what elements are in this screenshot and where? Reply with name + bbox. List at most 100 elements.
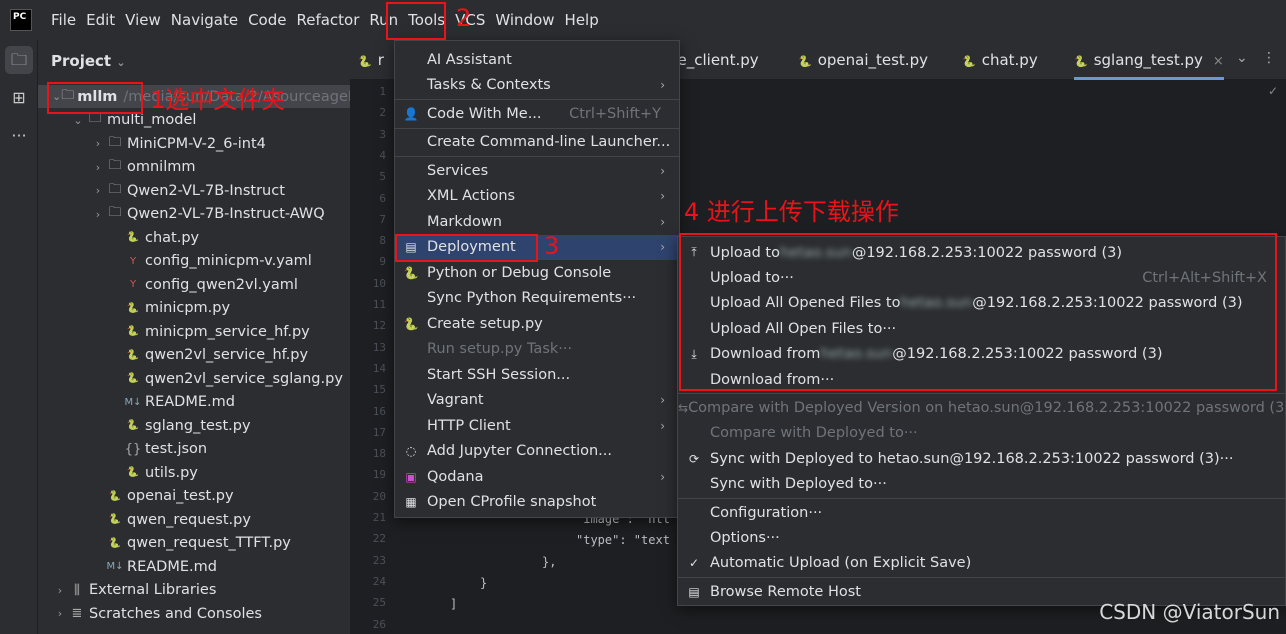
tab-sglang_test-py[interactable]: 🐍 sglang_test.py × xyxy=(1074,40,1224,80)
deployment-item[interactable]: Sync with Deployed to··· xyxy=(678,472,1285,497)
check-icon: ✓ xyxy=(688,556,700,571)
more-icon[interactable]: ··· xyxy=(5,122,33,150)
deployment-item[interactable]: Options··· xyxy=(678,525,1285,550)
tools-menu-item-create-command-line-launcher[interactable]: Create Command-line Launcher... xyxy=(395,130,679,155)
tab-openai_test-py[interactable]: 🐍 openai_test.py xyxy=(798,40,928,80)
tree-item[interactable]: 🐍 utils.py xyxy=(38,461,350,484)
menu-help[interactable]: Help xyxy=(560,11,604,29)
tree-item[interactable]: {} test.json xyxy=(38,438,350,461)
menu-file[interactable]: File xyxy=(46,11,81,29)
tree-item-label: sglang_test.py xyxy=(145,417,251,434)
tools-menu-item-http-client[interactable]: HTTP Client › xyxy=(395,413,679,438)
menu-item-label: Python or Debug Console xyxy=(427,264,612,281)
tools-menu-item-xml-actions[interactable]: XML Actions › xyxy=(395,184,679,209)
tools-menu-item-markdown[interactable]: Markdown › xyxy=(395,209,679,234)
line-number: 3 xyxy=(379,127,386,141)
chevron-down-icon[interactable]: ⌄ xyxy=(70,114,86,127)
tree-item[interactable]: › 🗀 Qwen2-VL-7B-Instruct-AWQ xyxy=(38,203,350,226)
tree-item[interactable]: › 🗀 Qwen2-VL-7B-Instruct xyxy=(38,179,350,202)
tools-menu-item-sync-python-requirements[interactable]: Sync Python Requirements··· xyxy=(395,286,679,311)
tools-menu-item-ai-assistant[interactable]: AI Assistant xyxy=(395,47,679,72)
tools-menu-item-tasks-contexts[interactable]: Tasks & Contexts › xyxy=(395,73,679,98)
deployment-item-label: Compare with Deployed Version on hetao.s… xyxy=(688,399,1286,416)
tree-item[interactable]: 🐍 qwen_request_TTFT.py xyxy=(38,532,350,555)
chevron-right-icon: › xyxy=(660,469,665,484)
python-icon: 🐍 xyxy=(126,420,140,431)
close-icon[interactable]: × xyxy=(1213,54,1224,69)
tree-item[interactable]: › ≣ Scratches and Consoles xyxy=(38,602,350,625)
tree-item[interactable]: 🐍 qwen_request.py xyxy=(38,508,350,531)
deployment-item[interactable]: Compare with Deployed to··· xyxy=(678,421,1285,446)
line-number: 22 xyxy=(372,532,386,546)
chevron-right-icon[interactable]: › xyxy=(90,184,106,197)
chevron-right-icon[interactable]: › xyxy=(90,161,106,174)
tools-menu-item-start-ssh-session[interactable]: Start SSH Session... xyxy=(395,362,679,387)
line-number: 15 xyxy=(372,383,386,397)
code-line: }, xyxy=(542,554,557,569)
chevron-right-icon[interactable]: › xyxy=(52,607,68,620)
line-number: 17 xyxy=(372,425,386,439)
menu-item-label: Tasks & Contexts xyxy=(427,77,551,93)
tools-menu-item-create-setup-py[interactable]: 🐍 Create setup.py xyxy=(395,311,679,336)
menu-item-label: Create Command-line Launcher... xyxy=(427,134,671,150)
more-options-icon[interactable]: ⋮ xyxy=(1262,50,1276,66)
menu-edit[interactable]: Edit xyxy=(81,11,120,29)
menu-window[interactable]: Window xyxy=(490,11,559,29)
deployment-item[interactable]: Configuration··· xyxy=(678,500,1285,525)
tools-menu-item-run-setup-py-task[interactable]: Run setup.py Task··· xyxy=(395,337,679,362)
tools-menu-item-add-jupyter-connection[interactable]: ◌ Add Jupyter Connection... xyxy=(395,439,679,464)
annotation-3: 3 xyxy=(544,232,560,260)
tabs-dropdown-icon[interactable]: ⌄ xyxy=(1236,50,1248,66)
tree-item[interactable]: Yconfig_minicpm-v.yaml xyxy=(38,250,350,273)
project-title[interactable]: Project ⌄ xyxy=(51,52,126,70)
tree-item[interactable]: Yconfig_qwen2vl.yaml xyxy=(38,273,350,296)
tree-item[interactable]: 🐍 minicpm_service_hf.py xyxy=(38,320,350,343)
menu-navigate[interactable]: Navigate xyxy=(166,11,243,29)
deployment-item[interactable]: ⇆ Compare with Deployed Version on hetao.… xyxy=(678,395,1286,420)
python-icon: 🐍 xyxy=(126,467,140,478)
tools-menu-item-python-or-debug-console[interactable]: 🐍 Python or Debug Console xyxy=(395,260,679,285)
tree-item-label: openai_test.py xyxy=(127,488,234,504)
tree-item[interactable]: › ⫼ External Libraries xyxy=(38,579,350,602)
tools-menu-item-vagrant[interactable]: Vagrant › xyxy=(395,388,679,413)
tools-menu-item-qodana[interactable]: ▣ Qodana › xyxy=(395,464,679,489)
deployment-item[interactable]: ⟳ Sync with Deployed to hetao.sun@192.168… xyxy=(678,446,1285,471)
compare-icon: ⇆ xyxy=(678,400,689,415)
tree-item[interactable]: M↓ README.md xyxy=(38,555,350,578)
line-number: 1 xyxy=(379,85,386,98)
deployment-item[interactable]: ✓ Automatic Upload (on Explicit Save) xyxy=(678,551,1285,576)
tree-item[interactable]: 🐍 openai_test.py xyxy=(38,485,350,508)
tree-item[interactable]: › 🗀 MiniCPM-V-2_6-int4 xyxy=(38,132,350,155)
tools-menu-item-open-cprofile-snapshot[interactable]: ▦ Open CProfile snapshot xyxy=(395,490,679,515)
structure-icon[interactable]: ⊞ xyxy=(5,84,33,112)
scratches-icon: ≣ xyxy=(71,606,83,621)
tree-item[interactable]: 🐍 qwen2vl_service_hf.py xyxy=(38,344,350,367)
tree-item[interactable]: › 🗀 omnilmm xyxy=(38,156,350,179)
menu-item-label: Sync Python Requirements··· xyxy=(427,290,637,306)
menu-code[interactable]: Code xyxy=(243,11,291,29)
folder-icon: 🗀 xyxy=(108,205,122,220)
chevron-right-icon[interactable]: › xyxy=(52,584,68,597)
tree-item[interactable]: M↓ README.md xyxy=(38,391,350,414)
tools-menu-item-code-with-me[interactable]: 👤 Code With Me... Ctrl+Shift+Y xyxy=(395,101,679,126)
chevron-right-icon[interactable]: › xyxy=(90,137,106,150)
python-file-icon: 🐍 xyxy=(962,55,976,68)
line-number: 12 xyxy=(372,319,386,333)
project-folder-icon[interactable]: 🗀 xyxy=(5,46,33,74)
tree-item[interactable]: 🐍 minicpm.py xyxy=(38,297,350,320)
menu-refactor[interactable]: Refactor xyxy=(291,11,364,29)
menu-view[interactable]: View xyxy=(120,11,166,29)
jupyter-icon: ◌ xyxy=(405,444,417,458)
tree-item[interactable]: 🐍 chat.py xyxy=(38,226,350,249)
annotation-box-1 xyxy=(47,82,143,114)
tab-r[interactable]: 🐍 r xyxy=(358,40,384,80)
line-number: 11 xyxy=(372,298,386,311)
tools-menu-item-services[interactable]: Services › xyxy=(395,158,679,183)
tab-chat-py[interactable]: 🐍 chat.py xyxy=(962,40,1038,80)
tree-item-label: qwen_request.py xyxy=(127,511,251,528)
chevron-right-icon[interactable]: › xyxy=(90,208,106,221)
tree-item[interactable]: 🐍 sglang_test.py xyxy=(38,414,350,437)
tree-item[interactable]: 🐍 qwen2vl_service_sglang.py xyxy=(38,367,350,390)
annotation-box-4 xyxy=(679,233,1277,391)
tree-item-label: qwen2vl_service_sglang.py xyxy=(145,370,343,387)
